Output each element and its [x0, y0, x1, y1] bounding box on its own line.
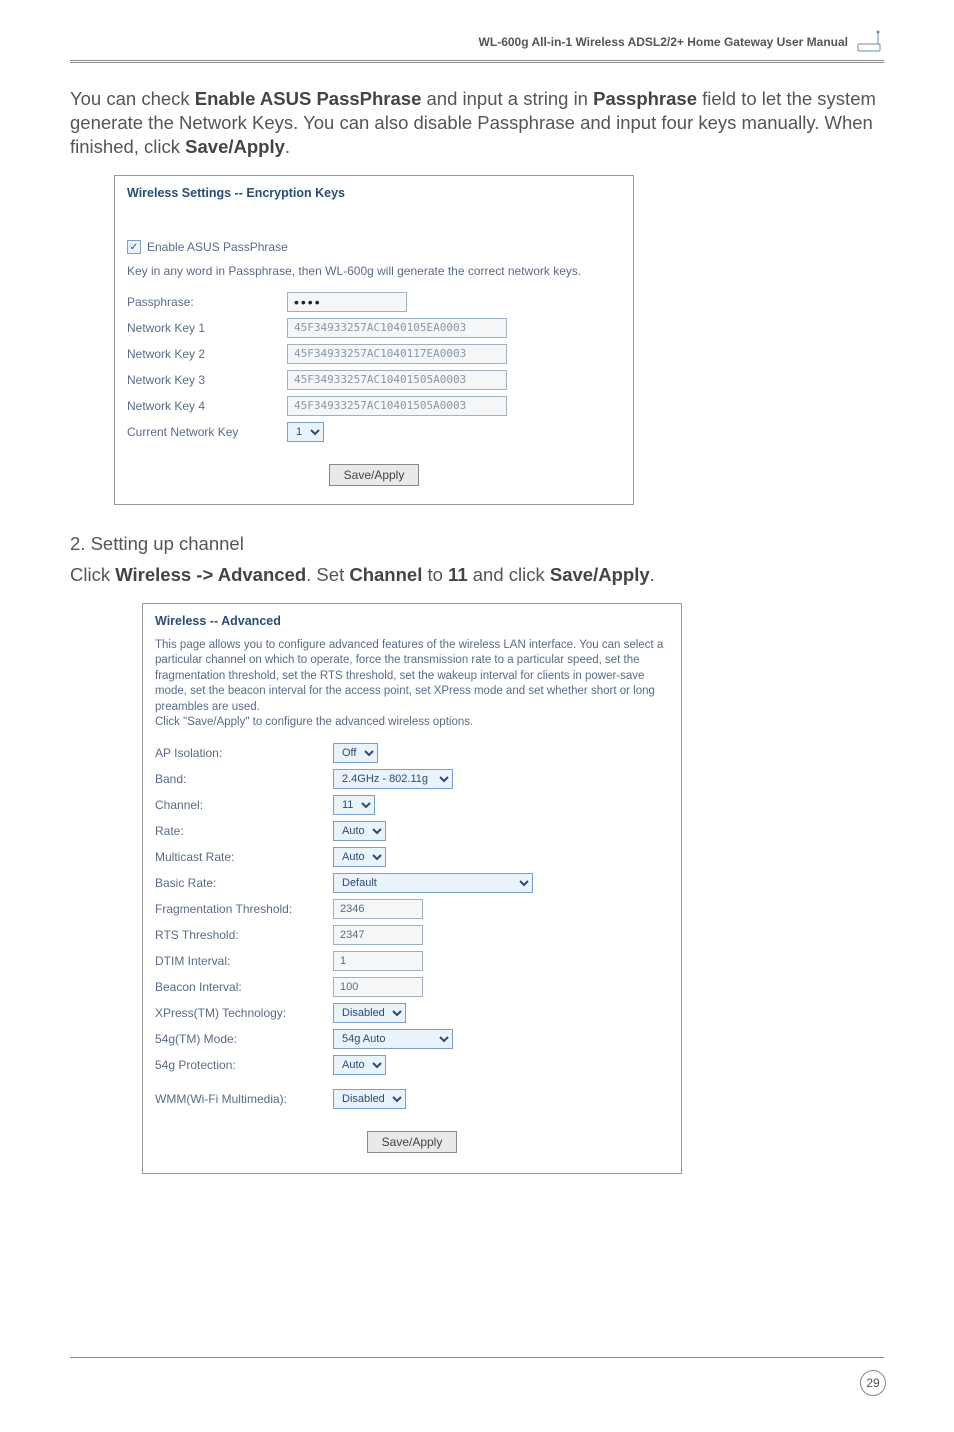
- network-key-2-input[interactable]: [287, 344, 507, 364]
- basic-rate-select[interactable]: Default: [333, 873, 533, 893]
- dtim-interval-label: DTIM Interval:: [155, 954, 325, 968]
- ap-isolation-select[interactable]: Off: [333, 743, 378, 763]
- 54g-mode-select[interactable]: 54g Auto: [333, 1029, 453, 1049]
- t: Enable ASUS PassPhrase: [195, 88, 422, 109]
- protection-label: 54g Protection:: [155, 1058, 325, 1072]
- t: Click: [70, 564, 115, 585]
- encryption-keys-panel: Wireless Settings -- Encryption Keys ✓ E…: [114, 175, 634, 505]
- panel-title: Wireless Settings -- Encryption Keys: [127, 186, 621, 200]
- panel-note: Key in any word in Passphrase, then WL-6…: [127, 264, 621, 280]
- enable-passphrase-row: ✓ Enable ASUS PassPhrase: [127, 240, 621, 254]
- t: Channel: [349, 564, 422, 585]
- network-key-1-input[interactable]: [287, 318, 507, 338]
- t: Wireless -> Advanced: [115, 564, 306, 585]
- passphrase-label: Passphrase:: [127, 295, 279, 309]
- header-title: WL-600g All-in-1 Wireless ADSL2/2+ Home …: [479, 35, 848, 49]
- t: .: [285, 136, 290, 157]
- page-header: WL-600g All-in-1 Wireless ADSL2/2+ Home …: [70, 30, 884, 54]
- wireless-advanced-panel: Wireless -- Advanced This page allows yo…: [142, 603, 682, 1174]
- basic-rate-label: Basic Rate:: [155, 876, 325, 890]
- t: to: [422, 564, 448, 585]
- page-number: 29: [860, 1370, 886, 1396]
- footer-divider: [70, 1357, 884, 1358]
- intro-paragraph: You can check Enable ASUS PassPhrase and…: [70, 87, 884, 159]
- rts-threshold-input[interactable]: [333, 925, 423, 945]
- passphrase-input[interactable]: [287, 292, 407, 312]
- t: You can check: [70, 88, 195, 109]
- panel2-desc: This page allows you to configure advanc…: [155, 638, 669, 731]
- wmm-label: WMM(Wi-Fi Multimedia):: [155, 1092, 325, 1106]
- wmm-select[interactable]: Disabled: [333, 1089, 406, 1109]
- channel-label: Channel:: [155, 798, 325, 812]
- key3-label: Network Key 3: [127, 373, 279, 387]
- beacon-interval-label: Beacon Interval:: [155, 980, 325, 994]
- band-select[interactable]: 2.4GHz - 802.11g: [333, 769, 453, 789]
- save-apply-button[interactable]: Save/Apply: [329, 464, 420, 486]
- mode-label: 54g(TM) Mode:: [155, 1032, 325, 1046]
- router-icon: [856, 30, 884, 54]
- t: .: [650, 564, 655, 585]
- enable-passphrase-label: Enable ASUS PassPhrase: [147, 240, 288, 254]
- 54g-protection-select[interactable]: Auto: [333, 1055, 386, 1075]
- frag-threshold-input[interactable]: [333, 899, 423, 919]
- network-key-3-input[interactable]: [287, 370, 507, 390]
- t: 11: [448, 564, 468, 585]
- multicast-label: Multicast Rate:: [155, 850, 325, 864]
- multicast-rate-select[interactable]: Auto: [333, 847, 386, 867]
- click-line: Click Wireless -> Advanced. Set Channel …: [70, 563, 884, 587]
- current-key-label: Current Network Key: [127, 425, 279, 439]
- t: Passphrase: [593, 88, 697, 109]
- enable-passphrase-checkbox[interactable]: ✓: [127, 240, 141, 254]
- frag-threshold-label: Fragmentation Threshold:: [155, 902, 325, 916]
- channel-select[interactable]: 11: [333, 795, 375, 815]
- t: and click: [468, 564, 550, 585]
- rts-threshold-label: RTS Threshold:: [155, 928, 325, 942]
- step-2-heading: 2. Setting up channel: [70, 533, 884, 555]
- xpress-label: XPress(TM) Technology:: [155, 1006, 325, 1020]
- header-divider: [70, 60, 884, 63]
- rate-select[interactable]: Auto: [333, 821, 386, 841]
- save-apply-button-2[interactable]: Save/Apply: [367, 1131, 458, 1153]
- rate-label: Rate:: [155, 824, 325, 838]
- t: Save/Apply: [185, 136, 285, 157]
- band-label: Band:: [155, 772, 325, 786]
- dtim-interval-input[interactable]: [333, 951, 423, 971]
- key4-label: Network Key 4: [127, 399, 279, 413]
- beacon-interval-input[interactable]: [333, 977, 423, 997]
- t: and input a string in: [421, 88, 593, 109]
- panel2-title: Wireless -- Advanced: [155, 614, 669, 628]
- t: . Set: [306, 564, 349, 585]
- key2-label: Network Key 2: [127, 347, 279, 361]
- current-network-key-select[interactable]: 1: [287, 422, 324, 442]
- xpress-select[interactable]: Disabled: [333, 1003, 406, 1023]
- t: Save/Apply: [550, 564, 650, 585]
- network-key-4-input[interactable]: [287, 396, 507, 416]
- key1-label: Network Key 1: [127, 321, 279, 335]
- ap-isolation-label: AP Isolation:: [155, 746, 325, 760]
